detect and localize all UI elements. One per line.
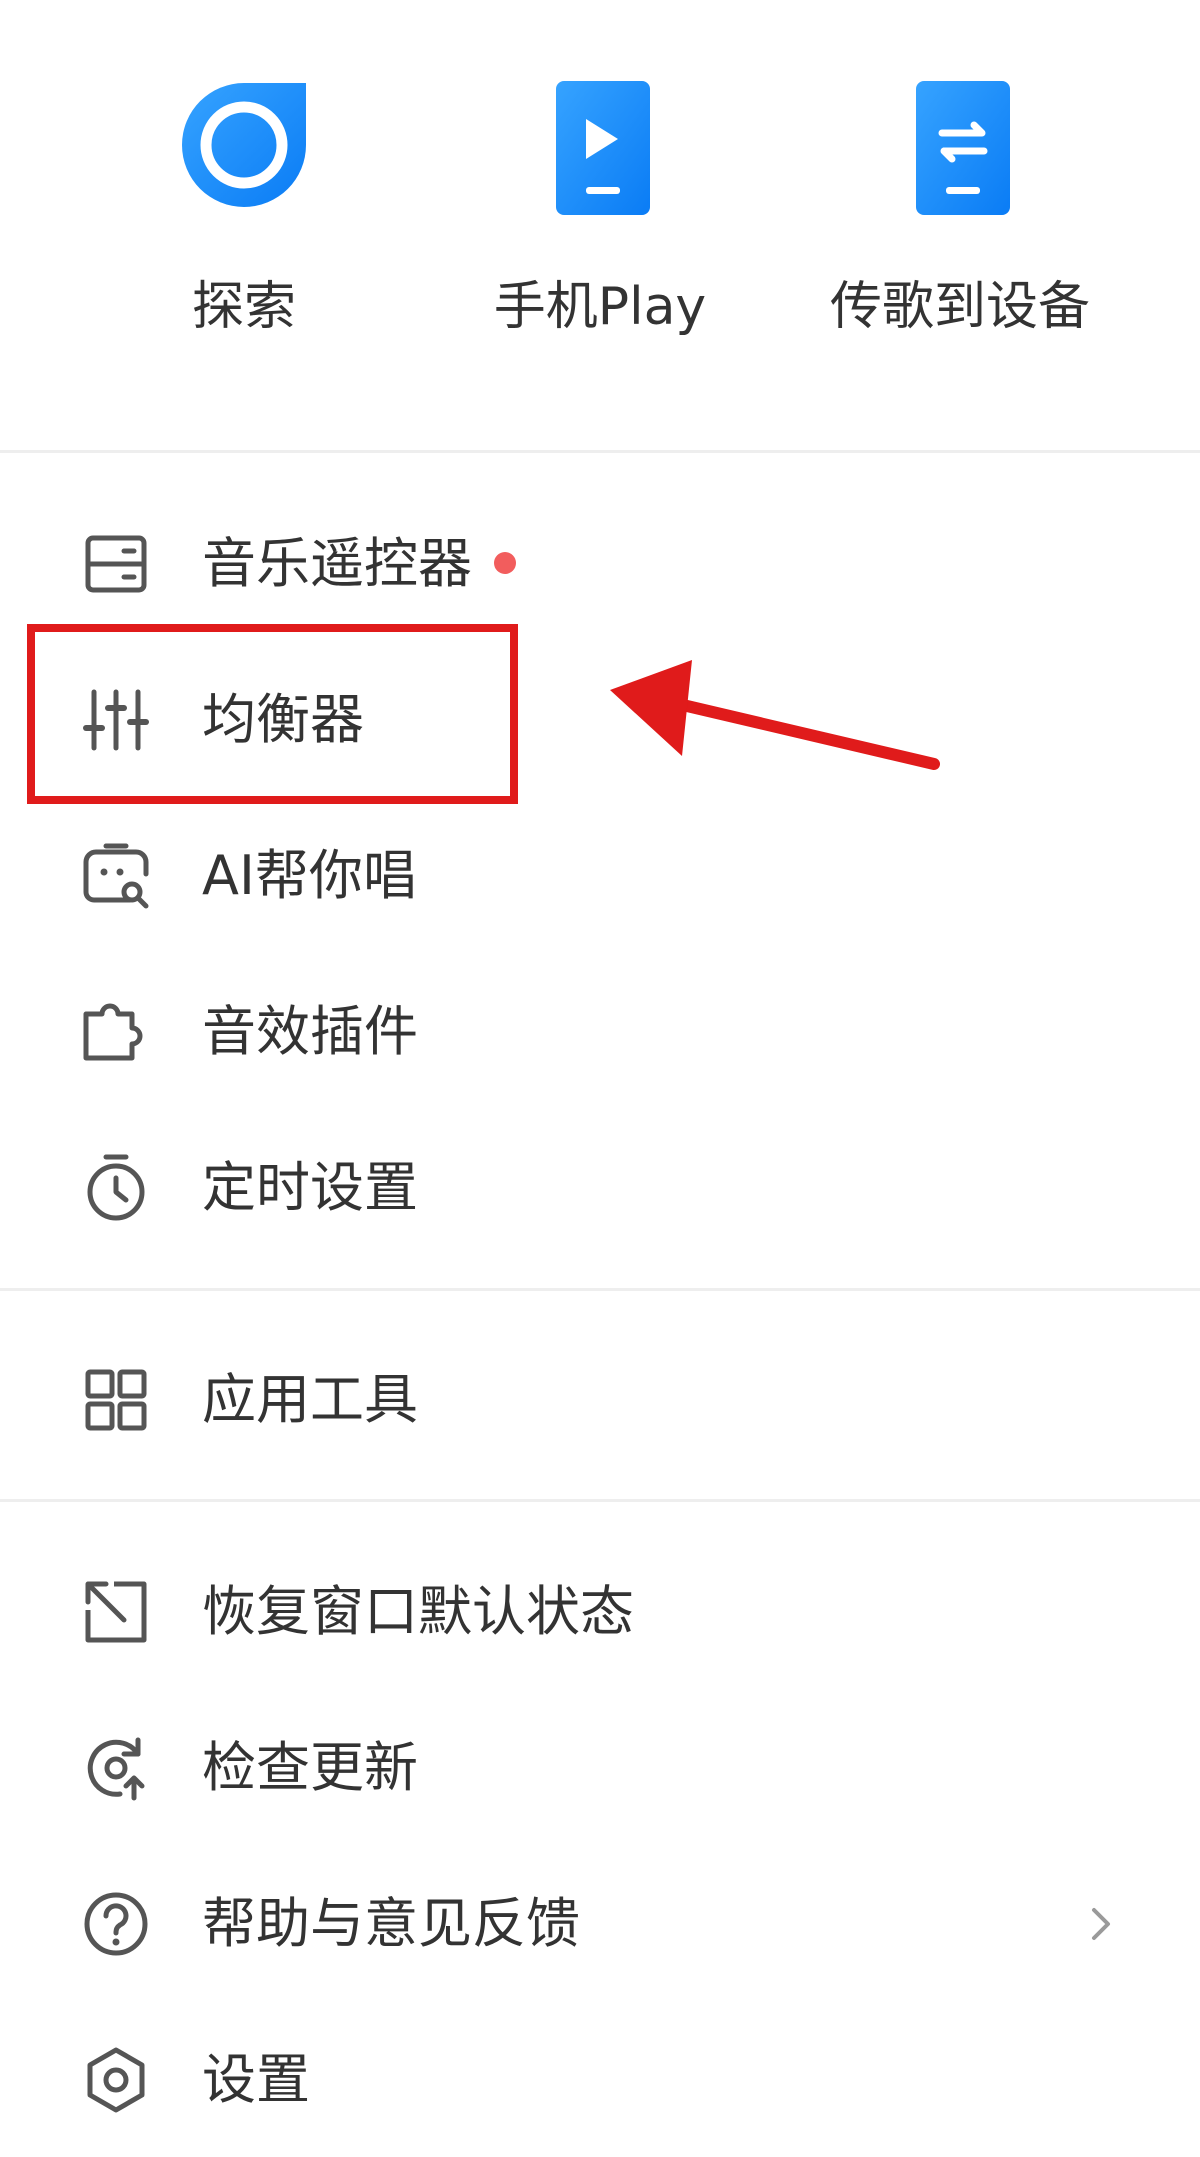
quick-action-label: 探索 [191,277,296,337]
menu-item-label: AI帮你唱 [202,844,417,907]
menu-item-app-tools[interactable]: 应用工具 [0,1330,1200,1470]
refresh-icon [87,1737,145,1801]
grid-icon [85,1369,147,1431]
remote-control-label: 音乐遥控器 [202,532,472,595]
menu-item-label: 设置 [202,2048,310,2111]
quick-action-label: 传歌到设备 [829,277,1090,337]
menu-item-label: 音乐遥控器 [202,532,516,596]
explore-icon [182,83,306,207]
quick-action-transfer[interactable]: 传歌到设备 [800,75,1120,375]
notification-badge [494,552,516,575]
menu-item-label: 应用工具 [202,1368,418,1431]
menu-item-check-update[interactable]: 检查更新 [0,1698,1200,1838]
remote-icon [85,535,147,593]
menu-item-label: 均衡器 [202,688,364,751]
menu-item-help-feedback[interactable]: 帮助与意见反馈 [0,1854,1200,1994]
quick-action-phone-play[interactable]: 手机Play [440,75,760,375]
menu-item-label: 恢复窗口默认状态 [202,1580,634,1643]
divider [0,1288,1200,1291]
settings-icon [87,2047,145,2113]
help-icon [84,1892,148,1956]
menu-item-sound-plugin[interactable]: 音效插件 [0,962,1200,1102]
divider [0,450,1200,453]
restore-window-icon [85,1581,147,1643]
menu-panel: 探索 手机Play 传歌到设备 音乐遥控器 均衡器 AI帮你唱 音效插件 定时设… [0,0,1200,2157]
menu-item-label: 音效插件 [202,1000,418,1063]
menu-item-timer[interactable]: 定时设置 [0,1118,1200,1258]
chevron-right-icon [1092,1908,1110,1940]
menu-item-label: 帮助与意见反馈 [202,1892,580,1955]
menu-item-ai-sing[interactable]: AI帮你唱 [0,806,1200,946]
menu-item-label: 定时设置 [202,1156,418,1219]
equalizer-icon [83,689,149,751]
menu-item-equalizer[interactable]: 均衡器 [0,650,1200,790]
quick-action-label: 手机Play [493,277,707,337]
timer-icon [87,1154,145,1221]
menu-item-restore-window[interactable]: 恢复窗口默认状态 [0,1542,1200,1682]
divider [0,1499,1200,1502]
phone-play-icon [556,81,650,215]
menu-item-remote-control[interactable]: 音乐遥控器 [0,494,1200,634]
quick-action-explore[interactable]: 探索 [84,75,404,375]
transfer-to-device-icon [916,81,1010,215]
menu-item-settings[interactable]: 设置 [0,2010,1200,2150]
menu-item-label: 检查更新 [202,1736,418,1799]
ai-sing-icon [83,843,149,909]
quick-actions: 探索 手机Play 传歌到设备 [0,0,1200,450]
puzzle-icon [83,1003,143,1061]
